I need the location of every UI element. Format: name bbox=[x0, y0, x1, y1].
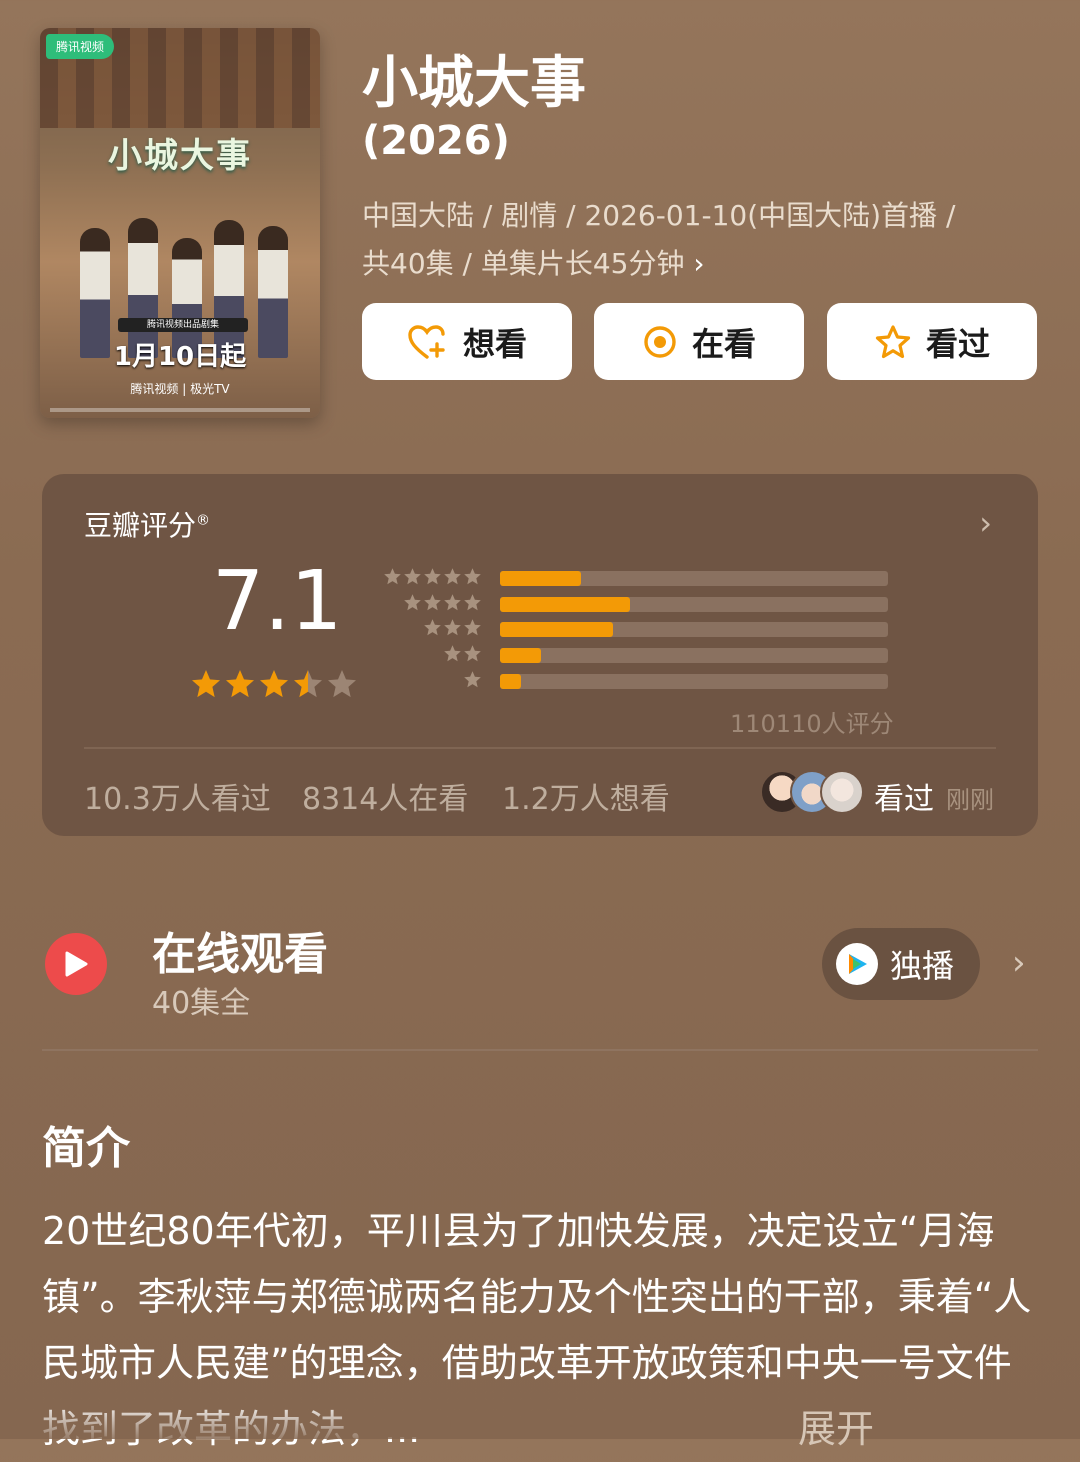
poster-footer: 腾讯视频 | 极光TV bbox=[130, 382, 230, 396]
star-icon bbox=[384, 568, 401, 585]
target-icon bbox=[642, 324, 678, 360]
meta-info[interactable]: 中国大陆 / 剧情 / 2026-01-10(中国大陆)首播 / 共40集 / … bbox=[362, 192, 1042, 288]
watched-label: 看过 bbox=[925, 324, 990, 363]
meta-line-2: 共40集 / 单集片长45分钟 bbox=[362, 247, 685, 280]
star-icon bbox=[464, 619, 481, 636]
episode-count: 40集全 bbox=[152, 986, 251, 1021]
poster-ribbon: 腾讯视频出品剧集 bbox=[118, 318, 248, 332]
chevron-right-icon: › bbox=[693, 247, 705, 280]
star-icon bbox=[226, 670, 254, 698]
rating-bar-2 bbox=[500, 648, 541, 663]
online-watch-title[interactable]: 在线观看 bbox=[152, 918, 328, 982]
play-icon[interactable] bbox=[45, 933, 107, 995]
watching-button[interactable]: 在看 bbox=[594, 303, 804, 380]
star-icon bbox=[294, 670, 322, 698]
star-icon bbox=[404, 568, 421, 585]
five-stars-icon bbox=[383, 567, 482, 586]
rating-row-1 bbox=[388, 670, 892, 692]
poster-badge: 腾讯视频 bbox=[46, 34, 115, 59]
douban-rating-card[interactable]: 豆瓣评分® › 7.1 110110人评分 10.3万人看过 8314人在看 1… bbox=[42, 474, 1038, 836]
want-count[interactable]: 1.2万人想看 bbox=[502, 774, 670, 818]
intro-title: 简介 bbox=[42, 1123, 130, 1174]
star-icon bbox=[464, 671, 481, 688]
poster-fine-print bbox=[50, 408, 310, 412]
chevron-right-icon[interactable]: › bbox=[1012, 943, 1026, 983]
want-to-watch-label: 想看 bbox=[462, 324, 527, 363]
watching-count[interactable]: 8314人在看 bbox=[302, 774, 468, 818]
rating-bar-5 bbox=[500, 571, 582, 586]
poster-title: 小城大事 bbox=[108, 136, 252, 176]
meta-line-1: 中国大陆 / 剧情 / 2026-01-10(中国大陆)首播 / bbox=[362, 199, 956, 232]
star-icon bbox=[404, 594, 421, 611]
divider bbox=[42, 1049, 1038, 1051]
exclusive-label: 独播 bbox=[890, 947, 955, 985]
divider bbox=[84, 747, 996, 749]
star-icon bbox=[464, 594, 481, 611]
rating-bar-3 bbox=[500, 622, 613, 637]
avatar bbox=[820, 770, 864, 814]
chevron-right-icon[interactable]: › bbox=[979, 504, 992, 542]
four-stars-icon bbox=[403, 593, 482, 612]
rating-bar-4 bbox=[500, 597, 630, 612]
friend-avatars[interactable] bbox=[760, 770, 868, 814]
watching-label: 在看 bbox=[691, 324, 756, 363]
tencent-video-icon bbox=[836, 943, 878, 985]
rating-score: 7.1 bbox=[212, 554, 343, 649]
release-year: (2026) bbox=[362, 118, 510, 164]
exclusive-platform-button[interactable]: 独播 bbox=[822, 928, 980, 1000]
star-icon bbox=[444, 594, 461, 611]
rating-stars bbox=[190, 668, 358, 700]
rating-row-2 bbox=[388, 644, 892, 666]
watched-count[interactable]: 10.3万人看过 bbox=[84, 774, 271, 818]
recent-action: 看过 bbox=[874, 782, 934, 817]
star-icon bbox=[444, 645, 461, 662]
star-icon bbox=[444, 568, 461, 585]
want-to-watch-button[interactable]: 想看 bbox=[362, 303, 572, 380]
star-icon bbox=[328, 670, 356, 698]
rating-label: 豆瓣评分® bbox=[84, 509, 211, 542]
poster-date: 1月10日起 bbox=[113, 342, 247, 372]
star-icon bbox=[192, 670, 220, 698]
star-icon bbox=[464, 645, 481, 662]
rating-row-3 bbox=[388, 618, 892, 640]
star-icon bbox=[424, 568, 441, 585]
heart-plus-icon bbox=[407, 324, 449, 360]
star-icon bbox=[424, 619, 441, 636]
poster-image[interactable]: 腾讯视频 小城大事 腾讯视频出品剧集 1月10日起 腾讯视频 | 极光TV bbox=[40, 28, 320, 418]
rating-row-4 bbox=[388, 593, 892, 615]
star-icon bbox=[444, 619, 461, 636]
one-star-icon bbox=[463, 670, 482, 689]
star-icon bbox=[464, 568, 481, 585]
expand-link[interactable]: 展开 bbox=[798, 1398, 874, 1453]
recent-time: 刚刚 bbox=[946, 786, 994, 814]
star-icon bbox=[260, 670, 288, 698]
registered-mark: ® bbox=[196, 512, 211, 529]
star-outline-icon bbox=[874, 324, 912, 360]
rating-count: 110110人评分 bbox=[730, 710, 894, 738]
page-title: 小城大事 bbox=[362, 51, 586, 116]
rating-bar-1 bbox=[500, 674, 522, 689]
three-stars-icon bbox=[423, 618, 482, 637]
two-stars-icon bbox=[443, 644, 482, 663]
star-icon bbox=[424, 594, 441, 611]
watched-button[interactable]: 看过 bbox=[827, 303, 1037, 380]
rating-row-5 bbox=[384, 568, 892, 589]
intro-fade bbox=[0, 1399, 1080, 1439]
